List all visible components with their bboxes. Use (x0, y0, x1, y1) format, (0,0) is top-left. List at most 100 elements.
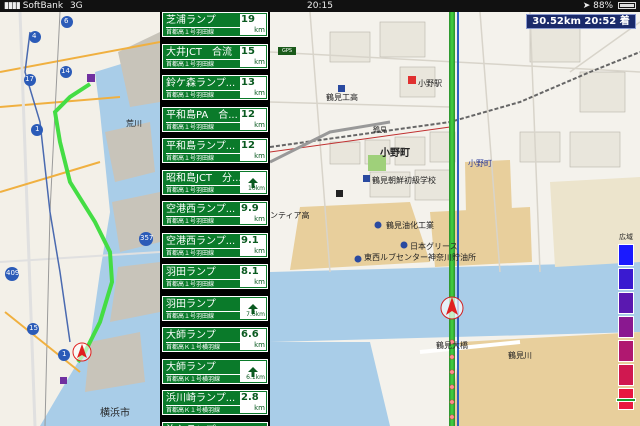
route-item-name: 大師ランプ (166, 361, 216, 373)
route-item-distance-unit: km (254, 215, 265, 223)
zoom-scale-segment[interactable] (618, 268, 634, 290)
route-guidance-list[interactable]: 芝浦ランプ 首都高１号羽田線 19 km 大井JCT 合流 首都高１号羽田線 15 km 鈴ケ森… (160, 12, 270, 426)
route-item[interactable]: 大師ランプ 首都高Ｋ１号横羽線 6.6 km (162, 327, 268, 352)
route-item[interactable]: 羽田ランプ 首都高１号羽田線 8.1 km (162, 264, 268, 289)
route-1b-label: 1 (62, 350, 67, 358)
route-item[interactable]: 大井JCT 合流 首都高１号羽田線 15 km (162, 43, 268, 69)
route-item-distance: 6.6 (241, 329, 259, 340)
zoom-scale-label: 広域 (619, 233, 633, 241)
route-item-road: 首都高１号羽田線 (166, 121, 240, 131)
route-item-name: 羽田ランプ (166, 267, 216, 278)
route-item-road: 首都高１号羽田線 (166, 310, 240, 320)
route-item-distance-unit: km (254, 57, 265, 66)
onoeki-label: 小野駅 (418, 79, 442, 88)
zoom-scale-handle[interactable] (616, 398, 636, 402)
route-item-road: 首都高１号羽田線 (166, 279, 240, 288)
overview-map[interactable]: 6 4 17 14 1 357 409 15 1 荒川 横浜市 (0, 12, 160, 426)
route-item-distance: 6.1km (246, 373, 265, 381)
status-right: ➤ 88% (583, 0, 636, 12)
route-14-label: 14 (61, 67, 70, 75)
route-item[interactable]: 空港西ランプ... 首都高１号羽田線 9.1 km (162, 232, 268, 258)
route-item-road: 首都高１号羽田線 (166, 153, 240, 162)
route-item-name: 昭和島JCT 分... (166, 172, 240, 184)
route-item-name: 平和島ランプ... (166, 141, 236, 152)
tsurumi-high-label: 鶴見工高 (326, 93, 358, 102)
route-item-distance: 12 (241, 108, 255, 120)
remaining-distance: 30.52km (532, 16, 581, 27)
current-position-icon (440, 296, 464, 320)
zoom-scale-segment[interactable] (618, 340, 634, 362)
route-item-name: 浜川崎ランプ... (166, 393, 236, 404)
route-item-distance-box: 8.1 km (240, 266, 266, 287)
route-item-name: 大師ランプ (166, 330, 216, 341)
route-item-distance: 12 (241, 140, 255, 151)
destination-flag-icon (87, 74, 95, 82)
route-item-name: 空港西ランプ... (166, 204, 236, 215)
route-item-distance-unit: km (254, 341, 265, 349)
tsurumi-label: 鶴見 (373, 126, 387, 134)
factory-marker-icon (374, 221, 382, 229)
frontier-high-label: ンティア高 (270, 211, 310, 220)
distance-eta-box[interactable]: 30.52km 20:52 着 (526, 14, 636, 29)
route-item[interactable]: 羽田ランプ 首都高１号羽田線 7.6km (162, 295, 268, 321)
route-item-distance: 10km (248, 184, 265, 192)
zoom-scale-segment[interactable] (618, 292, 634, 314)
route-item[interactable]: 浜川崎ランプ... 首都高Ｋ１号横羽線 2.8 km (162, 390, 268, 415)
eta-suffix: 着 (619, 16, 630, 27)
route-item[interactable]: 大師ランプ 首都高Ｋ１号横羽線 6.1km (162, 358, 268, 384)
zoom-scale-segment[interactable] (618, 364, 634, 386)
korean-school-marker-icon (363, 175, 370, 182)
straight-arrow-icon (247, 173, 259, 188)
main-map-graphics (270, 12, 640, 426)
route-item-name: 鈴ケ森ランプ... (166, 78, 236, 89)
route-item-distance: 9.9 (241, 203, 259, 214)
route-item-distance-box: 13 km (240, 77, 266, 98)
korean-school-label: 鶴見朝鮮初級学校 (372, 176, 436, 185)
route-item-distance: 7.6km (246, 310, 265, 318)
route-item-distance-unit: km (254, 26, 265, 34)
main-map[interactable]: GPS 鶴見工高 小野駅 鶴見 小野町 小野町 鶴見朝鮮初級学校 ンティア高 鶴… (270, 12, 640, 426)
route-item-distance: 2.8 (241, 392, 259, 403)
route-item[interactable]: 汐入ランプ (162, 421, 268, 426)
route-item-road: 首都高１号羽田線 (166, 247, 240, 257)
zoom-scale-segment[interactable] (618, 316, 634, 338)
route-item-distance-unit: km (254, 152, 265, 160)
route-item-distance-box: 9.9 km (240, 203, 266, 224)
onomachi-label: 小野町 (380, 148, 410, 159)
route-item-name: 平和島PA 合... (166, 109, 238, 121)
zoom-scale-segment[interactable] (618, 244, 634, 266)
route-item[interactable]: 昭和島JCT 分... 首都高１号羽田線 10km (162, 169, 268, 195)
route-item-distance: 9.1 (241, 234, 259, 246)
route-4-label: 4 (32, 32, 37, 40)
status-bar: ▮▮▮▮ SoftBank 3G 20:15 ➤ 88% (0, 0, 640, 12)
route-item-distance-box: 19 km (240, 14, 266, 35)
route-item-distance-unit: km (254, 278, 265, 286)
route-item[interactable]: 平和島ランプ... 首都高１号羽田線 12 km (162, 138, 268, 163)
route-6-label: 6 (64, 17, 69, 25)
overview-current-position-icon (72, 342, 92, 362)
straight-arrow-icon (247, 299, 259, 314)
route-item-distance-unit: km (254, 89, 265, 97)
route-item-name: 空港西ランプ... (166, 235, 236, 247)
route-item[interactable]: 芝浦ランプ 首都高１号羽田線 19 km (162, 12, 268, 37)
route-item-road: 首都高１号羽田線 (166, 27, 240, 36)
factory-marker-3-icon (354, 255, 362, 263)
station-marker-icon (408, 76, 416, 84)
route-item-distance-unit: km (254, 246, 265, 255)
route-item-distance-unit: km (254, 120, 265, 129)
route-item[interactable]: 平和島PA 合... 首都高１号羽田線 12 km (162, 106, 268, 132)
tsurumi-river-label: 鶴見川 (508, 351, 532, 360)
route-item-road: 首都高Ｋ１号横羽線 (166, 342, 240, 351)
school-marker-icon (338, 85, 345, 92)
route-item[interactable]: 鈴ケ森ランプ... 首都高１号羽田線 13 km (162, 75, 268, 100)
route-item-distance: 13 (241, 77, 255, 88)
route-item-distance-box: 12 km (240, 140, 266, 161)
route-item-distance-box: 7.6km (240, 297, 266, 319)
route-item-distance-unit: km (254, 404, 265, 412)
route-item[interactable]: 空港西ランプ... 首都高１号羽田線 9.9 km (162, 201, 268, 226)
zoom-scale-slider[interactable]: 広域 (616, 232, 636, 424)
route-item-road: 首都高１号羽田線 (166, 216, 240, 225)
route-item-distance-box: 9.1 km (240, 234, 266, 256)
gps-tag: GPS (278, 47, 296, 55)
route-item-distance-box: 2.8 km (240, 392, 266, 413)
